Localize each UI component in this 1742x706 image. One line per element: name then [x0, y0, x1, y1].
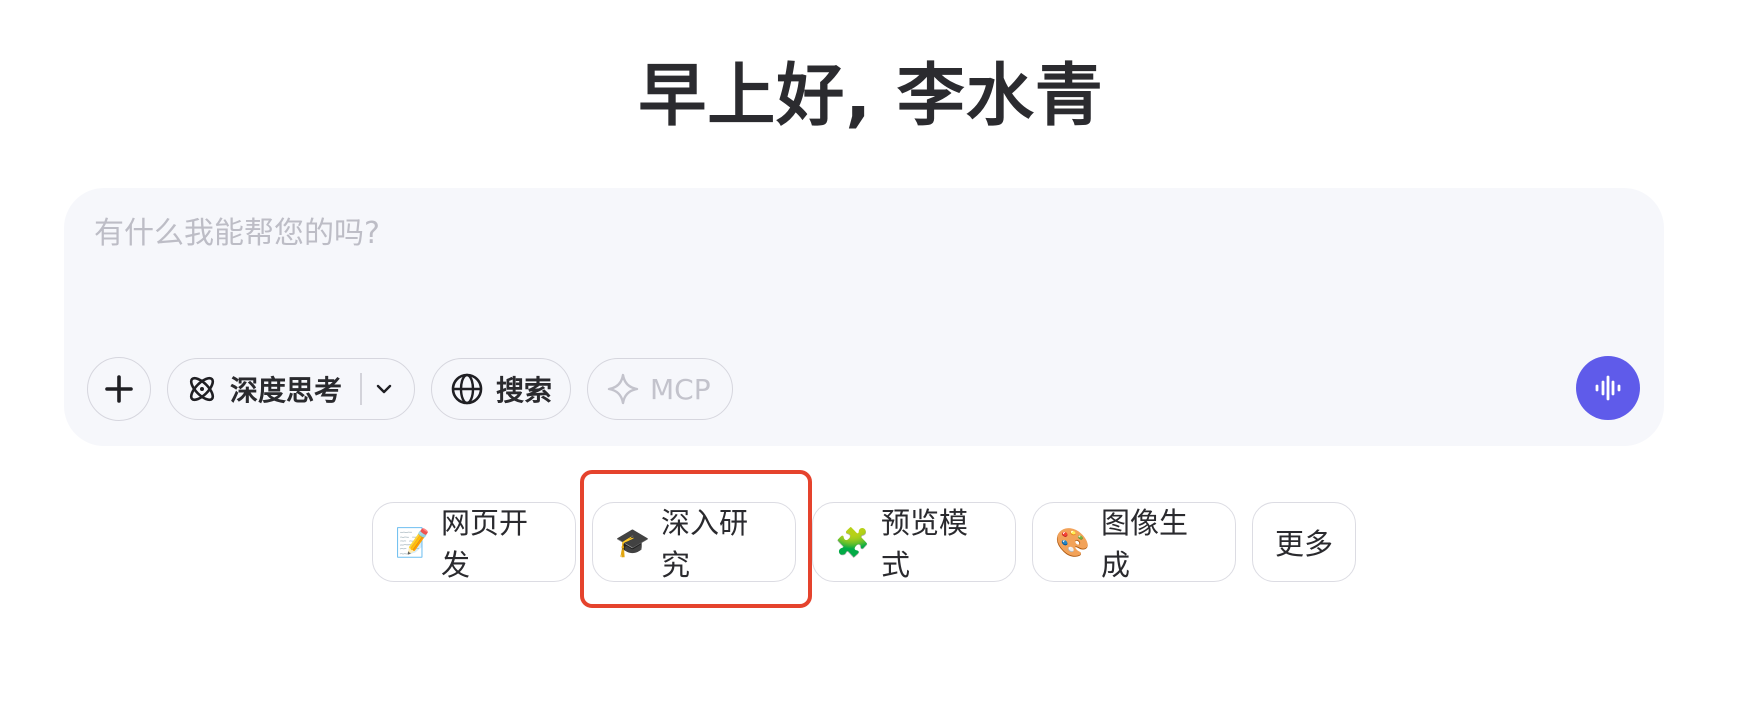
graduation-cap-icon: 🎓 — [615, 525, 650, 559]
memo-icon: 📝 — [395, 525, 430, 559]
plus-icon — [105, 375, 133, 403]
globe-icon — [451, 373, 483, 405]
chevron-down-icon[interactable] — [374, 379, 394, 399]
quick-action-preview-mode[interactable]: 🧩 预览模式 — [812, 502, 1016, 582]
quick-action-label: 图像生成 — [1101, 506, 1189, 582]
quick-actions: 📝 网页开发 🎓 深入研究 🧩 预览模式 🎨 图像生成 更多 — [372, 502, 1356, 582]
quick-action-web-dev[interactable]: 📝 网页开发 — [372, 502, 576, 582]
home-page: 早上好, 李水青 深度思考 — [0, 0, 1742, 706]
sparkle-icon — [607, 373, 639, 405]
quick-action-label: 更多 — [1274, 527, 1333, 561]
quick-action-label: 预览模式 — [881, 506, 969, 582]
mcp-label: MCP — [650, 372, 711, 406]
palette-icon: 🎨 — [1055, 525, 1090, 559]
quick-action-more[interactable]: 更多 — [1252, 502, 1356, 582]
search-toggle-button[interactable]: 搜索 — [431, 358, 571, 420]
chat-composer: 深度思考 搜索 MCP — [64, 188, 1664, 446]
quick-action-label: 深入研究 — [661, 506, 749, 582]
chat-input[interactable] — [94, 214, 1574, 364]
quick-action-image-gen[interactable]: 🎨 图像生成 — [1032, 502, 1236, 582]
split-divider — [360, 373, 362, 405]
deep-think-button[interactable]: 深度思考 — [167, 358, 415, 420]
audio-wave-icon — [1595, 375, 1621, 401]
mcp-button[interactable]: MCP — [587, 358, 733, 420]
composer-toolbar: 深度思考 搜索 MCP — [87, 356, 749, 422]
voice-input-button[interactable] — [1576, 356, 1640, 420]
search-label: 搜索 — [496, 374, 553, 407]
add-attachment-button[interactable] — [87, 357, 151, 421]
quick-action-label: 网页开发 — [441, 506, 529, 582]
puzzle-icon: 🧩 — [835, 525, 870, 559]
atom-icon — [189, 376, 215, 402]
deep-think-label: 深度思考 — [230, 374, 343, 407]
quick-action-deep-research[interactable]: 🎓 深入研究 — [592, 502, 796, 582]
greeting-title: 早上好, 李水青 — [638, 57, 1104, 136]
